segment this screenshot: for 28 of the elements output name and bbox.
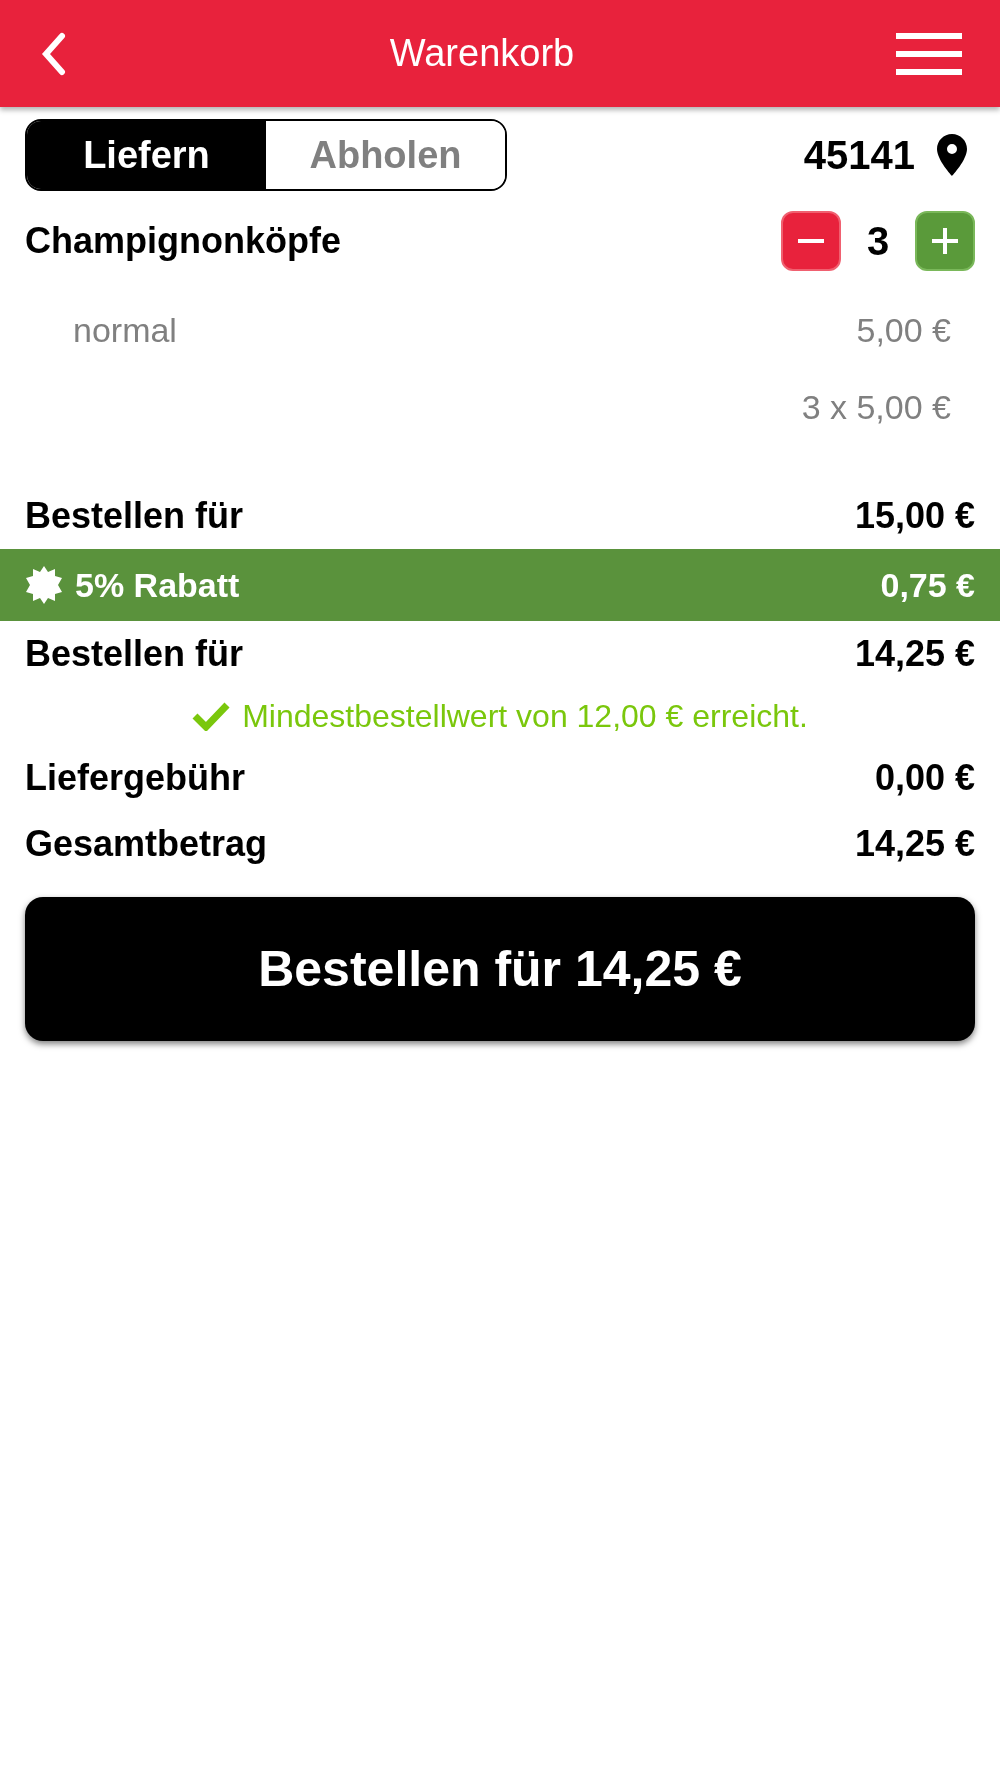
summary-label: Bestellen für <box>25 494 244 538</box>
summary-label: Gesamtbetrag <box>25 822 268 866</box>
location-pin-icon[interactable] <box>937 134 967 176</box>
product-name: Champignonköpfe <box>25 219 341 263</box>
increase-button[interactable] <box>915 211 975 271</box>
menu-icon[interactable] <box>896 30 962 77</box>
page-title: Warenkorb <box>389 31 575 76</box>
summary-amount: 0,00 € <box>874 756 975 800</box>
minimum-order-notice: Mindestbestellwert von 12,00 € erreicht. <box>242 697 808 736</box>
summary-amount: 14,25 € <box>854 822 975 866</box>
summary-label: Liefergebühr <box>25 756 246 800</box>
option-label: normal <box>73 310 177 351</box>
line-total: 3 x 5,00 € <box>801 387 951 428</box>
badge-icon <box>25 566 63 604</box>
minus-icon <box>798 239 824 243</box>
order-button[interactable]: Bestellen für 14,25 € <box>25 897 975 1041</box>
quantity: 3 <box>865 218 891 265</box>
summary-amount: 15,00 € <box>854 494 975 538</box>
option-price: 5,00 € <box>856 310 951 351</box>
check-icon <box>192 701 231 731</box>
plus-icon <box>932 228 958 254</box>
mode-tab[interactable]: Liefern <box>27 121 266 189</box>
summary-amount: 14,25 € <box>854 632 975 676</box>
discount-amount: 0,75 € <box>880 564 975 606</box>
summary-label: Bestellen für <box>25 632 244 676</box>
discount-label: 5% Rabatt <box>75 564 240 606</box>
postal-code[interactable]: 45141 <box>803 125 915 185</box>
decrease-button[interactable] <box>781 211 841 271</box>
